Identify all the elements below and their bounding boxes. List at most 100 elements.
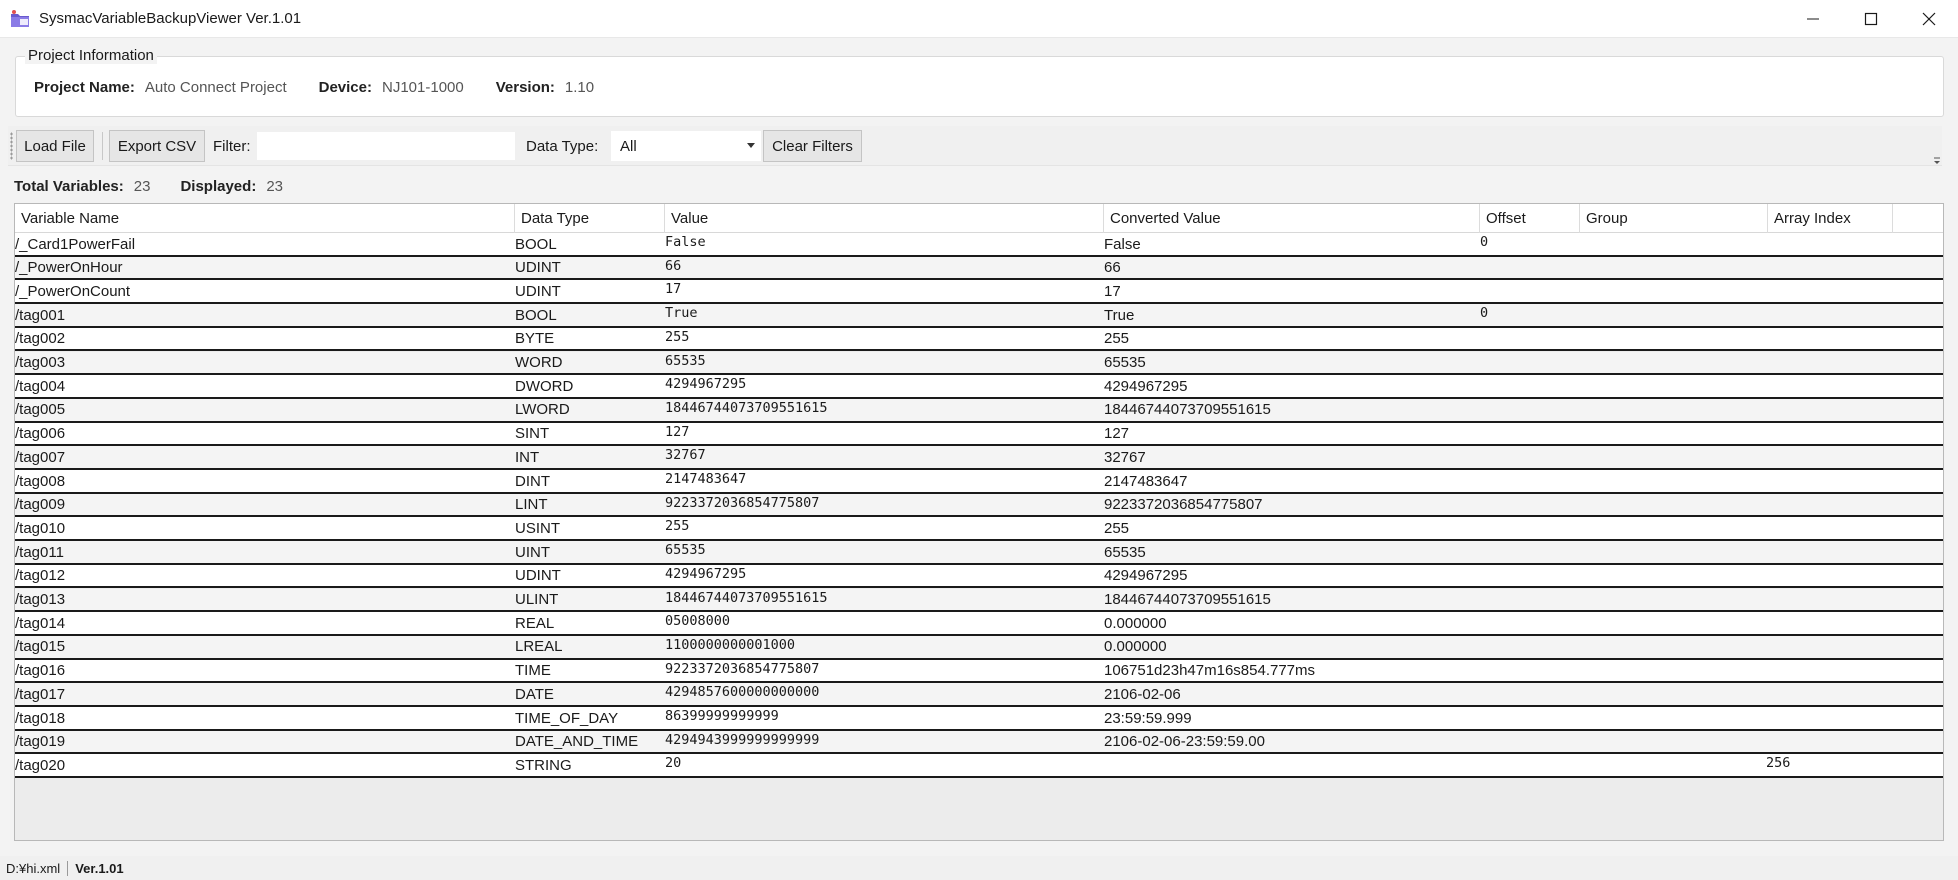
status-bar: D:¥hi.xml Ver.1.01 — [0, 856, 1958, 880]
table-row[interactable]: /tag001 BOOL True True 0 — [15, 304, 1943, 328]
cell-variable-name: /tag013 — [15, 591, 66, 608]
window-controls — [1784, 0, 1958, 38]
cell-data-type: REAL — [515, 614, 555, 632]
column-header-data-type[interactable]: Data Type — [515, 204, 665, 233]
column-header-value[interactable]: Value — [665, 204, 1104, 233]
cell-variable-name: /_PowerOnHour — [15, 259, 123, 277]
stats-bar: Total Variables: 23 Displayed: 23 — [14, 178, 313, 195]
cell-value: 18446744073709551615 — [665, 399, 828, 416]
cell-converted-value: 127 — [1104, 425, 1130, 443]
cell-data-type: USINT — [515, 519, 560, 537]
cell-data-type: DATE — [515, 685, 554, 703]
maximize-icon — [1864, 12, 1878, 26]
total-variables-label: Total Variables: — [14, 178, 124, 195]
cell-value: 86399999999999 — [665, 708, 779, 724]
data-type-label: Data Type: — [526, 138, 599, 155]
table-row[interactable]: /_PowerOnHour UDINT 66 66 — [15, 256, 1943, 281]
cell-data-type: BOOL — [515, 235, 557, 253]
filter-input[interactable] — [257, 132, 515, 160]
cell-variable-name: /tag008 — [15, 472, 66, 490]
variables-grid[interactable]: Variable Name Data Type Value Converted … — [14, 203, 1944, 841]
toolbar-grip[interactable] — [10, 132, 13, 160]
cell-data-type: BYTE — [515, 330, 555, 348]
table-row[interactable]: /tag019 DATE_AND_TIME 4294943999999999999 2… — [15, 730, 1943, 755]
status-version: Ver.1.01 — [75, 860, 124, 876]
cell-variable-name: /tag019 — [15, 733, 66, 751]
cell-converted-value: 66 — [1104, 259, 1121, 277]
cell-variable-name: /tag007 — [15, 448, 66, 466]
cell-value: 17 — [665, 281, 682, 298]
cell-data-type: UDINT — [515, 282, 561, 300]
cell-variable-name: /tag016 — [15, 662, 66, 680]
cell-variable-name: /tag009 — [15, 496, 66, 514]
cell-variable-name: /tag003 — [15, 354, 66, 371]
cell-variable-name: /tag012 — [15, 567, 66, 585]
status-file-path: D:¥hi.xml — [0, 860, 69, 876]
cell-converted-value: 32767 — [1104, 448, 1146, 466]
table-row[interactable]: /tag010 USINT 255 255 — [15, 517, 1943, 542]
table-row[interactable]: /tag020 STRING 20 256 — [15, 754, 1943, 779]
column-header-group[interactable]: Group — [1580, 204, 1768, 233]
device-label: Device: — [318, 79, 372, 96]
table-row[interactable]: /tag006 SINT 127 127 — [15, 422, 1943, 447]
clear-filters-button[interactable]: Clear Filters — [763, 130, 862, 162]
cell-value: 4294943999999999999 — [665, 731, 820, 748]
cell-converted-value: False — [1104, 235, 1141, 253]
cell-converted-value: 65535 — [1104, 543, 1146, 561]
table-row[interactable]: /tag017 DATE 4294857600000000000 2106-02-06 — [15, 683, 1943, 707]
table-row[interactable]: /_Card1PowerFail BOOL False False 0 — [15, 233, 1943, 257]
displayed-label: Displayed: — [180, 178, 257, 195]
cell-variable-name: /_Card1PowerFail — [15, 235, 136, 253]
data-type-selected: All — [620, 137, 637, 155]
cell-data-type: LINT — [515, 496, 548, 514]
column-header-array-index[interactable]: Array Index — [1768, 204, 1893, 233]
cell-variable-name: /tag004 — [15, 377, 66, 395]
table-row[interactable]: /tag003 WORD 65535 65535 — [15, 351, 1943, 376]
table-row[interactable]: /tag012 UDINT 4294967295 4294967295 — [15, 564, 1943, 589]
cell-converted-value: 255 — [1104, 330, 1130, 348]
cell-value: 20 — [665, 755, 682, 772]
cell-data-type: TIME — [515, 662, 551, 680]
cell-data-type: UINT — [515, 543, 550, 561]
cell-value: 9223372036854775807 — [665, 494, 820, 511]
table-row[interactable]: /tag016 TIME 9223372036854775807 106751d23h… — [15, 659, 1943, 684]
cell-converted-value: True — [1104, 306, 1135, 324]
device-value: NJ101-1000 — [382, 79, 464, 96]
cell-value: 1100000000001000 — [665, 636, 796, 653]
table-row[interactable]: /tag015 LREAL 1100000000001000 0.000000 — [15, 635, 1943, 660]
column-header-converted-value[interactable]: Converted Value — [1104, 204, 1480, 233]
table-row[interactable]: /tag008 DINT 2147483647 2147483647 — [15, 470, 1943, 494]
cell-converted-value: 18446744073709551615 — [1104, 591, 1271, 608]
cell-offset: 0 — [1480, 234, 1489, 250]
cell-variable-name: /tag020 — [15, 756, 66, 774]
cell-variable-name: /tag001 — [15, 306, 66, 324]
chevron-down-icon — [747, 143, 755, 148]
load-file-button[interactable]: Load File — [16, 130, 94, 162]
cell-variable-name: /tag005 — [15, 401, 66, 419]
column-header-variable-name[interactable]: Variable Name — [15, 204, 515, 233]
table-row[interactable]: /tag002 BYTE 255 255 — [15, 327, 1943, 352]
close-button[interactable] — [1900, 0, 1958, 38]
maximize-button[interactable] — [1842, 0, 1900, 38]
cell-variable-name: /tag011 — [15, 543, 64, 561]
cell-converted-value: 255 — [1104, 519, 1130, 537]
export-csv-button[interactable]: Export CSV — [109, 130, 205, 162]
table-row[interactable]: /tag005 LWORD 18446744073709551615 18446744… — [15, 398, 1943, 423]
cell-variable-name: /tag015 — [15, 638, 66, 656]
cell-array-index: 256 — [1766, 755, 1791, 772]
data-type-select[interactable]: All — [611, 131, 761, 161]
project-name-label: Project Name: — [34, 79, 135, 96]
table-row[interactable]: /tag007 INT 32767 32767 — [15, 446, 1943, 470]
table-row[interactable]: /tag018 TIME_OF_DAY 86399999999999 23:59:59… — [15, 707, 1943, 731]
cell-value: 4294967295 — [665, 376, 747, 393]
table-row[interactable]: /tag014 REAL 05008000 0.000000 — [15, 612, 1943, 636]
cell-data-type: WORD — [515, 354, 563, 371]
table-row[interactable]: /tag009 LINT 9223372036854775807 9223372036… — [15, 493, 1943, 518]
table-row[interactable]: /tag004 DWORD 4294967295 4294967295 — [15, 375, 1943, 399]
table-row[interactable]: /_PowerOnCount UDINT 17 17 — [15, 280, 1943, 305]
table-row[interactable]: /tag013 ULINT 18446744073709551615 18446744… — [15, 588, 1943, 613]
toolbar-overflow-icon[interactable] — [1932, 156, 1942, 166]
minimize-button[interactable] — [1784, 0, 1842, 38]
table-row[interactable]: /tag011 UINT 65535 65535 — [15, 541, 1943, 565]
column-header-offset[interactable]: Offset — [1480, 204, 1580, 233]
